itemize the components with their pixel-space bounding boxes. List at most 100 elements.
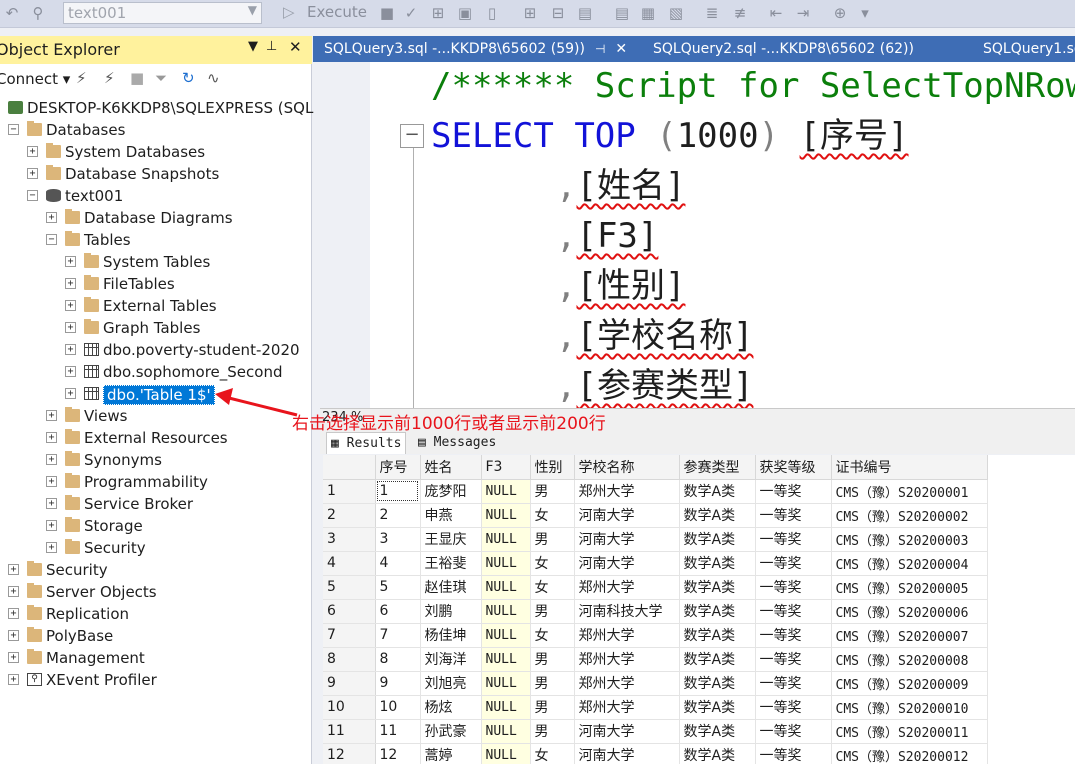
table-cell[interactable]: 9 bbox=[375, 671, 421, 696]
close-icon[interactable]: ✕ bbox=[289, 38, 302, 56]
tree-node[interactable]: DESKTOP-K6KKDP8\SQLEXPRESS (SQL bbox=[0, 98, 313, 120]
table-cell[interactable]: 5 bbox=[375, 575, 421, 600]
expand-icon[interactable]: + bbox=[8, 608, 19, 619]
table-cell[interactable]: 孙武豪 bbox=[420, 719, 482, 744]
table-cell[interactable]: 河南大学 bbox=[574, 551, 680, 576]
intellisense-icon[interactable]: ▯ bbox=[482, 3, 502, 23]
window-menu-icon[interactable]: ▼ bbox=[248, 39, 258, 54]
tree-node[interactable]: + PolyBase bbox=[0, 626, 312, 648]
row-number[interactable]: 9 bbox=[323, 671, 376, 696]
tab-sqlquery2[interactable]: SQLQuery2.sql -...KKDP8\65602 (62)) bbox=[643, 36, 963, 62]
expand-icon[interactable]: + bbox=[65, 388, 76, 399]
results-text-icon[interactable]: ▤ bbox=[612, 3, 632, 23]
tree-node[interactable]: + Database Snapshots bbox=[0, 164, 312, 186]
row-number[interactable]: 2 bbox=[323, 503, 376, 528]
expand-icon[interactable]: + bbox=[65, 300, 76, 311]
table-cell[interactable]: 一等奖 bbox=[755, 719, 832, 744]
column-header[interactable]: 性别 bbox=[530, 455, 575, 480]
tree-node[interactable]: + dbo.poverty-student-2020 bbox=[0, 340, 312, 362]
table-cell[interactable]: 男 bbox=[530, 719, 575, 744]
tree-node[interactable]: + dbo.sophomore_Second bbox=[0, 362, 312, 384]
collapse-icon[interactable]: − bbox=[8, 124, 19, 135]
table-cell[interactable]: 7 bbox=[375, 623, 421, 648]
table-cell[interactable]: CMS（豫）S20200006 bbox=[831, 599, 988, 624]
table-cell[interactable]: 数学A类 bbox=[679, 527, 756, 552]
table-cell[interactable]: NULL bbox=[481, 503, 531, 528]
collapse-icon[interactable]: − bbox=[400, 124, 424, 148]
table-cell[interactable]: 一等奖 bbox=[755, 671, 832, 696]
table-cell[interactable]: 女 bbox=[530, 623, 575, 648]
table-cell[interactable]: NULL bbox=[481, 527, 531, 552]
table-cell[interactable]: 郑州大学 bbox=[574, 575, 680, 600]
expand-icon[interactable]: + bbox=[46, 498, 57, 509]
row-number[interactable]: 6 bbox=[323, 599, 376, 624]
table-cell[interactable]: 2 bbox=[375, 503, 421, 528]
table-cell[interactable]: 男 bbox=[530, 599, 575, 624]
results-grid-icon[interactable]: ▦ bbox=[638, 3, 658, 23]
column-header[interactable]: 姓名 bbox=[420, 455, 482, 480]
table-cell[interactable]: 赵佳琪 bbox=[420, 575, 482, 600]
table-cell[interactable]: 男 bbox=[530, 527, 575, 552]
parse-icon[interactable]: ✓ bbox=[401, 3, 421, 23]
expand-icon[interactable]: + bbox=[46, 410, 57, 421]
expand-icon[interactable]: + bbox=[65, 344, 76, 355]
row-number[interactable]: 1 bbox=[323, 479, 376, 504]
tree-node[interactable]: + Server Objects bbox=[0, 582, 312, 604]
table-cell[interactable]: CMS（豫）S20200001 bbox=[831, 479, 988, 504]
column-header[interactable]: 证书编号 bbox=[831, 455, 988, 480]
column-header[interactable]: 获奖等级 bbox=[755, 455, 832, 480]
table-cell[interactable]: CMS（豫）S20200010 bbox=[831, 695, 988, 720]
table-cell[interactable]: NULL bbox=[481, 671, 531, 696]
table-cell[interactable]: 郑州大学 bbox=[574, 695, 680, 720]
tree-node[interactable]: + ⚲ XEvent Profiler bbox=[0, 670, 312, 692]
stop-icon[interactable]: ■ bbox=[377, 3, 397, 23]
expand-icon[interactable]: + bbox=[27, 146, 38, 157]
tree-node[interactable]: + Security bbox=[0, 560, 312, 582]
tree-node[interactable]: + Database Diagrams bbox=[0, 208, 312, 230]
table-cell[interactable]: 杨佳坤 bbox=[420, 623, 482, 648]
table-cell[interactable]: 男 bbox=[530, 671, 575, 696]
table-cell[interactable]: 河南大学 bbox=[574, 743, 680, 764]
table-cell[interactable]: 数学A类 bbox=[679, 695, 756, 720]
table-cell[interactable]: 蒿婷 bbox=[420, 743, 482, 764]
tab-sqlquery1[interactable]: SQLQuery1.sql -... bbox=[973, 36, 1075, 62]
table-cell[interactable]: 女 bbox=[530, 551, 575, 576]
expand-icon[interactable]: + bbox=[8, 674, 19, 685]
table-cell[interactable]: 数学A类 bbox=[679, 551, 756, 576]
table-cell[interactable]: NULL bbox=[481, 647, 531, 672]
tree-node[interactable]: + Replication bbox=[0, 604, 312, 626]
table-cell[interactable]: 王裕斐 bbox=[420, 551, 482, 576]
uncomment-icon[interactable]: ≢ bbox=[730, 3, 750, 23]
table-cell[interactable]: 郑州大学 bbox=[574, 479, 680, 504]
table-cell[interactable]: 男 bbox=[530, 695, 575, 720]
table-cell[interactable]: NULL bbox=[481, 623, 531, 648]
table-cell[interactable]: 一等奖 bbox=[755, 695, 832, 720]
expand-icon[interactable]: + bbox=[65, 322, 76, 333]
table-cell[interactable]: 河南大学 bbox=[574, 527, 680, 552]
query-options-icon[interactable]: ▣ bbox=[455, 3, 475, 23]
tab-results[interactable]: ▦ Results bbox=[326, 432, 407, 454]
table-cell[interactable]: 女 bbox=[530, 575, 575, 600]
table-cell[interactable]: 刘旭亮 bbox=[420, 671, 482, 696]
expand-icon[interactable]: + bbox=[8, 586, 19, 597]
table-cell[interactable]: 王显庆 bbox=[420, 527, 482, 552]
row-number[interactable]: 4 bbox=[323, 551, 376, 576]
table-cell[interactable]: 一等奖 bbox=[755, 599, 832, 624]
column-header[interactable]: 参赛类型 bbox=[679, 455, 756, 480]
table-cell[interactable]: CMS（豫）S20200007 bbox=[831, 623, 988, 648]
table-cell[interactable]: 男 bbox=[530, 479, 575, 504]
table-cell[interactable]: 4 bbox=[375, 551, 421, 576]
table-cell[interactable]: 河南大学 bbox=[574, 503, 680, 528]
expand-icon[interactable]: + bbox=[46, 476, 57, 487]
table-cell[interactable]: 郑州大学 bbox=[574, 647, 680, 672]
tab-messages[interactable]: ▤ Messages bbox=[414, 432, 500, 454]
pin-icon[interactable]: ⊣ bbox=[595, 42, 605, 56]
table-cell[interactable]: 女 bbox=[530, 503, 575, 528]
table-cell[interactable]: 一等奖 bbox=[755, 527, 832, 552]
results-file-icon[interactable]: ▧ bbox=[666, 3, 686, 23]
table-cell[interactable]: 数学A类 bbox=[679, 575, 756, 600]
table-cell[interactable]: 一等奖 bbox=[755, 503, 832, 528]
expand-icon[interactable]: + bbox=[8, 652, 19, 663]
table-cell[interactable]: 数学A类 bbox=[679, 623, 756, 648]
disconnect-icon[interactable]: ⚡ bbox=[104, 69, 115, 87]
